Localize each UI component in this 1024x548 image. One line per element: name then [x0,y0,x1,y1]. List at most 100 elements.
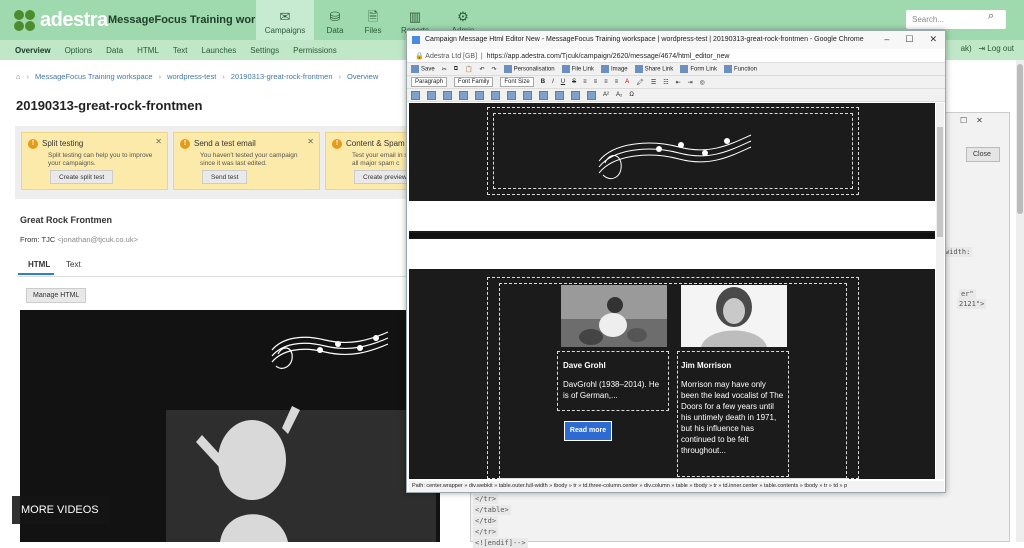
merge-cells-icon[interactable] [459,90,468,100]
share-link-button[interactable]: Share Link [634,65,673,73]
manage-html-button[interactable]: Manage HTML [26,288,87,303]
hr-icon[interactable] [555,90,564,100]
align-right-icon[interactable]: ≡ [604,79,608,85]
italic-button[interactable]: I [552,79,554,85]
page-scrollbar[interactable] [1016,60,1024,542]
close-icon[interactable]: ✕ [976,116,983,125]
subnav-settings[interactable]: Settings [250,46,279,55]
image-button[interactable]: Image [600,65,628,73]
personalisation-button[interactable]: Personalisation [503,65,555,73]
copy-icon[interactable]: ⧉ [454,66,458,73]
home-icon[interactable]: ⌂ [16,72,21,81]
cut-icon[interactable]: ✂ [442,66,447,73]
underline-button[interactable]: U [561,79,565,85]
subnav-text[interactable]: Text [173,46,188,55]
logout-link[interactable]: Log out [987,44,1014,53]
breadcrumb-workspace[interactable]: MessageFocus Training workspace [35,72,153,81]
close-button[interactable]: Close [966,147,1000,162]
table-col-icon[interactable] [443,90,452,100]
nav-files[interactable]: 🗎 Files [356,0,390,40]
font-family-select[interactable]: Font Family [454,77,494,87]
dave-grohl-photo[interactable] [561,285,667,347]
form-link-button[interactable]: Form Link [680,65,717,73]
font-size-select[interactable]: Font Size [500,77,534,87]
jim-morrison-photo[interactable] [681,285,787,347]
person-name[interactable]: Dave Grohl [563,361,606,370]
person-bio[interactable]: DavGrohl (1938–2014). He is of German,..… [563,379,667,401]
close-icon[interactable]: ✕ [155,137,162,146]
align-center-icon[interactable]: ≡ [594,79,598,85]
visual-aid-icon[interactable] [587,90,596,100]
code-line: </table> [473,505,511,515]
undo-icon[interactable]: ↶ [480,66,485,73]
personalisation-icon [503,65,512,73]
workspace-title[interactable]: MessageFocus Training work... [108,14,271,26]
search-icon[interactable]: ⌕ [988,10,994,23]
popup-titlebar[interactable]: Campaign Message Html Editor New - Messa… [407,31,945,49]
media-icon[interactable] [539,90,548,100]
minimize-icon[interactable]: – [884,34,889,45]
breadcrumb-project[interactable]: wordpress-test [167,72,216,81]
card-body: You haven't tested your campaign since i… [200,152,298,167]
editor-scrollbar[interactable] [936,103,944,479]
numbered-list-icon[interactable]: ☷ [663,79,668,86]
source-icon[interactable]: ◎ [700,79,705,86]
address-bar[interactable]: 🔒 Adestra Ltd [GB] | https://app.adestra… [407,49,945,63]
element-path-bar: Path: center.wrapper » div.webkit » tabl… [409,481,944,492]
editor-toolbar-1: Save ✂ ⧉ 📋 ↶ ↷ Personalisation File Link… [407,63,945,76]
read-more-button[interactable]: Read more [564,421,612,441]
unlink-icon[interactable] [507,90,516,100]
subnav-launches[interactable]: Launches [202,46,237,55]
more-videos-overlay[interactable]: MORE VIDEOS [12,496,110,524]
highlight-icon[interactable]: 🖍 [636,79,644,86]
file-link-button[interactable]: File Link [561,65,594,73]
adestra-logo[interactable]: adestra [14,9,108,32]
anchor-icon[interactable] [523,90,532,100]
close-icon[interactable]: ✕ [929,34,937,45]
close-icon[interactable]: ✕ [307,137,314,146]
link-icon[interactable] [491,90,500,100]
align-left-icon[interactable]: ≡ [583,79,587,85]
function-button[interactable]: Function [723,65,757,73]
eraser-icon[interactable] [571,90,580,100]
person-name[interactable]: Jim Morrison [681,361,731,370]
tab-html[interactable]: HTML [28,260,50,269]
save-button[interactable]: Save [411,65,435,73]
bullet-list-icon[interactable]: ☰ [651,79,656,86]
format-select[interactable]: Paragraph [411,77,448,87]
omega-icon[interactable]: Ω [629,92,634,98]
text-color-icon[interactable]: A [625,79,629,85]
table-row-icon[interactable] [427,90,436,100]
maximize-icon[interactable]: ☐ [960,116,967,125]
maximize-icon[interactable]: ☐ [905,34,913,45]
user-label-partial: ak) [960,44,972,53]
strikethrough-button[interactable]: S [572,79,576,85]
table-icon[interactable] [411,90,420,100]
subnav-html[interactable]: HTML [137,46,159,55]
bold-button[interactable]: B [541,79,545,85]
subnav-overview[interactable]: Overview [15,46,51,55]
paste-icon[interactable]: 📋 [465,66,472,73]
create-split-test-button[interactable]: Create split test [50,170,114,184]
breadcrumb-current[interactable]: Overview [347,72,378,81]
justify-icon[interactable]: ≡ [615,79,619,85]
subscript-icon[interactable]: A₂ [616,92,622,98]
subnav-data[interactable]: Data [106,46,123,55]
indent-icon[interactable]: ⇥ [688,79,693,86]
subnav-permissions[interactable]: Permissions [293,46,337,55]
subnav-options[interactable]: Options [65,46,93,55]
tab-text[interactable]: Text [66,260,81,269]
redo-icon[interactable]: ↷ [492,66,497,73]
nav-data[interactable]: ⛁ Data [318,0,352,40]
code-line: </tr> [473,527,499,537]
send-test-button[interactable]: Send test [202,170,248,184]
person-bio[interactable]: Morrison may have only been the lead voc… [681,379,785,456]
three-column-inner[interactable] [499,283,847,479]
nav-campaigns[interactable]: ✉ Campaigns [256,0,314,40]
split-cells-icon[interactable] [475,90,484,100]
breadcrumb-campaign[interactable]: 20190313-great-rock-frontmen [231,72,333,81]
email-editor-canvas[interactable]: Dave Grohl DavGrohl (1938–2014). He is o… [409,103,935,479]
warning-icon: ! [28,139,38,149]
superscript-icon[interactable]: A² [603,92,609,98]
outdent-icon[interactable]: ⇤ [676,79,681,86]
